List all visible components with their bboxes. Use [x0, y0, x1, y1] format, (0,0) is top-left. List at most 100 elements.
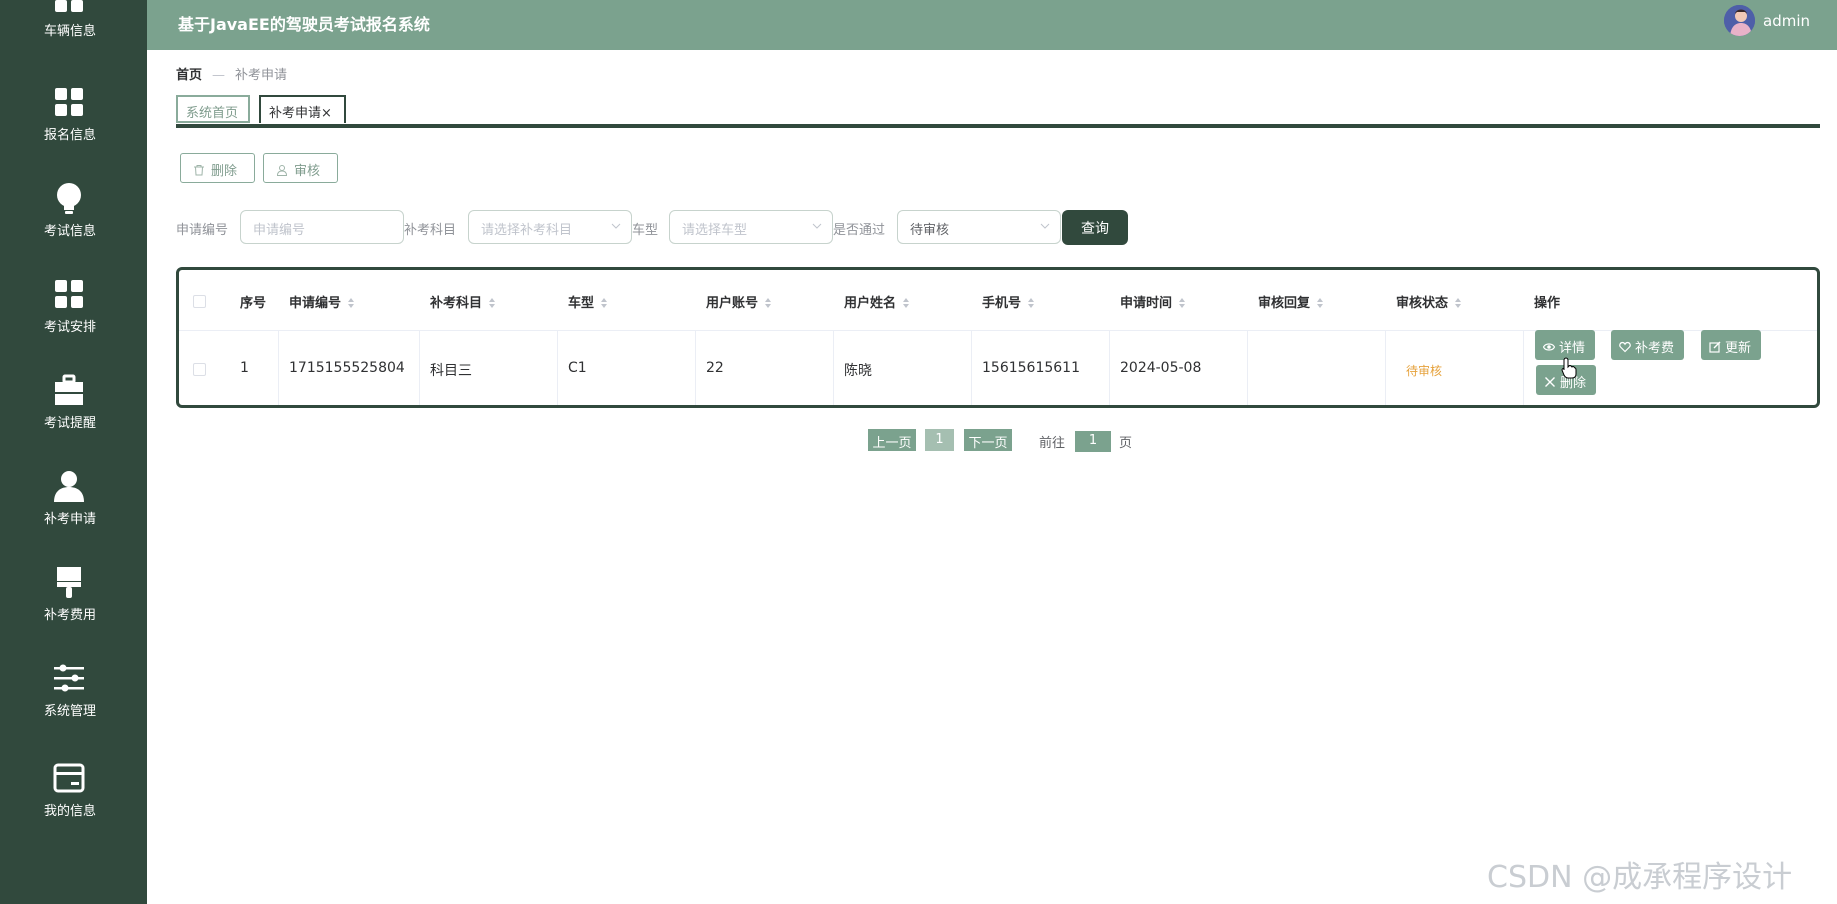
chevron-down-icon — [812, 223, 822, 229]
tab-divider — [176, 124, 1820, 128]
column-divider — [695, 330, 696, 405]
prev-page-button[interactable]: 上一页 — [868, 429, 916, 451]
sidebar-item-label: 报名信息 — [43, 128, 96, 143]
subject-placeholder: 请选择补考科目 — [481, 223, 573, 238]
heart-icon — [1619, 341, 1631, 353]
sort-icon[interactable] — [600, 297, 608, 309]
column-header-name[interactable]: 用户姓名 — [844, 292, 910, 311]
delete-button[interactable]: 删除 — [180, 153, 255, 183]
tab-system-home[interactable]: 系统首页 — [176, 95, 250, 123]
sort-icon[interactable] — [1027, 297, 1035, 309]
column-header-subject[interactable]: 补考科目 — [430, 292, 496, 311]
sidebar-item-label: 我的信息 — [43, 804, 96, 819]
close-icon — [1545, 377, 1555, 387]
user-icon — [54, 471, 84, 502]
breadcrumb-current: 补考申请 — [235, 68, 288, 83]
column-header-reply[interactable]: 审核回复 — [1258, 292, 1324, 311]
page-number-button[interactable]: 1 — [925, 429, 954, 451]
watermark: CSDN @成承程序设计 — [1487, 860, 1793, 895]
sort-icon[interactable] — [1454, 297, 1462, 309]
update-button-label: 更新 — [1725, 341, 1752, 356]
cell-date: 2024-05-08 — [1120, 360, 1202, 376]
app-no-placeholder: 申请编号 — [253, 223, 306, 238]
sort-icon[interactable] — [488, 297, 496, 309]
sliders-icon — [54, 664, 84, 692]
top-bar: 基于JavaEE的驾驶员考试报名系统 admin — [147, 0, 1837, 50]
column-header-label: 申请时间 — [1120, 296, 1173, 311]
sidebar-item-label: 系统管理 — [43, 704, 96, 719]
user-outline-icon — [276, 165, 288, 176]
sidebar-item-makeup-application[interactable]: 补考申请 — [0, 470, 147, 550]
audit-button[interactable]: 审核 — [263, 153, 338, 183]
username[interactable]: admin — [1763, 12, 1810, 30]
detail-button-label: 详情 — [1559, 341, 1586, 356]
sort-icon[interactable] — [1316, 297, 1324, 309]
column-divider — [971, 330, 972, 405]
update-button[interactable]: 更新 — [1701, 330, 1762, 360]
edit-icon — [1709, 341, 1721, 353]
sort-icon[interactable] — [764, 297, 772, 309]
sidebar-item-exam-schedule[interactable]: 考试安排 — [0, 278, 147, 358]
sidebar-item-label: 补考费用 — [43, 608, 96, 623]
chevron-down-icon — [1040, 223, 1050, 229]
column-header-account[interactable]: 用户账号 — [706, 292, 772, 311]
query-button[interactable]: 查询 — [1062, 210, 1128, 245]
makeup-fee-button[interactable]: 补考费 — [1611, 330, 1685, 360]
tab-label: 补考申请 — [269, 106, 322, 121]
passed-select[interactable]: 待审核 — [897, 210, 1061, 244]
breadcrumb-home[interactable]: 首页 — [176, 68, 202, 83]
column-header-car-type[interactable]: 车型 — [568, 292, 608, 311]
select-all-checkbox[interactable] — [193, 295, 206, 308]
column-divider — [557, 330, 558, 405]
avatar[interactable] — [1724, 5, 1755, 36]
goto-label: 前往 — [1039, 436, 1066, 451]
sidebar-item-label: 车辆信息 — [43, 24, 96, 39]
chevron-down-icon — [611, 223, 621, 229]
column-header-app-no[interactable]: 申请编号 — [289, 292, 355, 311]
car-type-select[interactable]: 请选择车型 — [669, 210, 833, 244]
next-page-button[interactable]: 下一页 — [964, 429, 1012, 451]
cell-name: 陈晓 — [844, 363, 872, 379]
lightbulb-icon — [57, 183, 81, 214]
trash-icon — [194, 165, 204, 176]
close-icon[interactable]: × — [321, 106, 332, 121]
column-header-label: 补考科目 — [430, 296, 483, 311]
column-header-phone[interactable]: 手机号 — [982, 292, 1035, 311]
column-divider — [1109, 330, 1110, 405]
column-header-label: 用户账号 — [706, 296, 759, 311]
sidebar-item-exam-reminder[interactable]: 考试提醒 — [0, 374, 147, 454]
sort-icon[interactable] — [1178, 297, 1186, 309]
sort-icon[interactable] — [347, 297, 355, 309]
column-divider — [419, 330, 420, 405]
cell-app-no: 1715155525804 — [289, 360, 405, 376]
brush-icon — [57, 567, 81, 598]
passed-label: 是否通过 — [833, 223, 886, 238]
tab-label: 系统首页 — [186, 106, 239, 121]
column-header-date[interactable]: 申请时间 — [1120, 292, 1186, 311]
sidebar-item-system-management[interactable]: 系统管理 — [0, 662, 147, 742]
sidebar-item-exam-info[interactable]: 考试信息 — [0, 182, 147, 262]
sidebar-item-vehicle-info[interactable]: 车辆信息 — [0, 0, 147, 62]
sidebar-item-makeup-fee[interactable]: 补考费用 — [0, 566, 147, 646]
sort-icon[interactable] — [902, 297, 910, 309]
column-header-status[interactable]: 审核状态 — [1396, 292, 1462, 311]
column-header-label: 申请编号 — [289, 296, 342, 311]
sidebar-item-label: 考试安排 — [43, 320, 96, 335]
page-suffix: 页 — [1119, 436, 1133, 451]
tab-makeup-application[interactable]: 补考申请× — [259, 95, 346, 123]
sidebar-item-label: 考试提醒 — [43, 416, 96, 431]
column-header-label: 车型 — [568, 296, 595, 311]
cell-index: 1 — [240, 360, 249, 376]
sidebar-item-my-info[interactable]: 我的信息 — [0, 762, 147, 842]
audit-button-label: 审核 — [294, 164, 321, 179]
sidebar: 车辆信息 报名信息 考试信息 考试安排 考试提醒 补考申请 补考费用 系统管理 … — [0, 0, 147, 904]
column-header-actions: 操作 — [1534, 296, 1561, 311]
sidebar-item-registration-info[interactable]: 报名信息 — [0, 86, 147, 166]
row-checkbox[interactable] — [193, 363, 206, 376]
detail-button[interactable]: 详情 — [1535, 330, 1596, 360]
toolbox-icon — [55, 374, 83, 405]
app-no-input[interactable]: 申请编号 — [240, 210, 404, 244]
column-divider — [1523, 330, 1524, 405]
goto-page-input[interactable]: 1 — [1075, 431, 1111, 452]
subject-select[interactable]: 请选择补考科目 — [468, 210, 632, 244]
